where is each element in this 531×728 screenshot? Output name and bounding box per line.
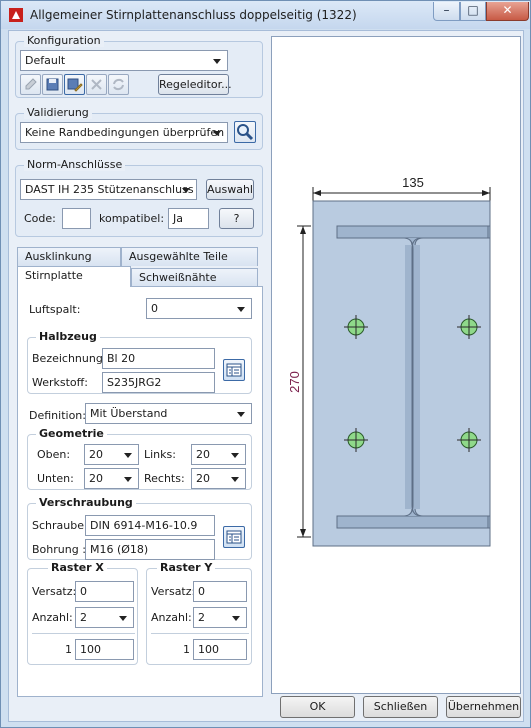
luftspalt-select[interactable]: 0 [146, 298, 252, 319]
configuration-select[interactable]: Default [20, 50, 228, 71]
raster-x-versatz-label: Versatz: [32, 585, 77, 598]
verschraubung-legend: Verschraubung [36, 496, 136, 509]
oben-select[interactable]: 20 [84, 444, 139, 465]
maximize-button[interactable]: □ [460, 2, 486, 21]
window-title: Allgemeiner Stirnplattenanschluss doppel… [30, 8, 357, 22]
raster-y-versatz-label: Versatz: [151, 585, 196, 598]
search-icon[interactable] [234, 121, 256, 143]
tab-ausgewaehlte-teile[interactable]: Ausgewählte Teile [121, 247, 258, 266]
delete-icon[interactable] [86, 74, 107, 95]
kompatibel-label: kompatibel: [99, 212, 165, 225]
width-dimension-label: 135 [402, 175, 424, 190]
auswahl-button[interactable]: Auswahl [206, 179, 254, 200]
norm-legend: Norm-Anschlüsse [24, 158, 126, 171]
halbzeug-group: Halbzeug Bezeichnung: Bl 20 Werkstoff: S… [27, 330, 252, 394]
dialog-window: Allgemeiner Stirnplattenanschluss doppel… [0, 0, 531, 728]
raster-y-divider [151, 633, 249, 634]
raster-y-row-field[interactable]: 100 [193, 639, 247, 660]
code-label: Code: [24, 212, 56, 225]
luftspalt-label: Luftspalt: [29, 303, 81, 316]
geometrie-legend: Geometrie [36, 427, 107, 440]
app-icon [9, 8, 23, 22]
raster-y-group: Raster Y Versatz: 0 Anzahl: 2 1 100 [146, 561, 252, 665]
oben-label: Oben: [37, 448, 71, 461]
bohrung-label: Bohrung : [32, 543, 86, 556]
tab-ausklinkung[interactable]: Ausklinkung [17, 247, 121, 266]
refresh-icon[interactable] [108, 74, 129, 95]
edit-icon[interactable] [20, 74, 41, 95]
werkstoff-label: Werkstoff: [32, 376, 88, 389]
bottom-flange [336, 515, 489, 529]
raster-y-row-index: 1 [183, 643, 190, 656]
minimize-button[interactable]: – [433, 2, 460, 21]
rechts-label: Rechts: [144, 472, 185, 485]
apply-button[interactable]: Übernehmen [446, 696, 521, 718]
title-bar[interactable]: Allgemeiner Stirnplattenanschluss doppel… [1, 1, 530, 29]
code-field[interactable] [62, 208, 91, 229]
raster-y-versatz-field[interactable]: 0 [193, 581, 247, 602]
validation-select[interactable]: Keine Randbedingungen überprüfen [20, 122, 228, 143]
bohrung-field[interactable]: M16 (Ø18) [85, 539, 215, 560]
raster-x-versatz-field[interactable]: 0 [75, 581, 134, 602]
norm-select[interactable]: DAST IH 235 Stützenanschluss [20, 179, 197, 200]
save-icon[interactable] [42, 74, 63, 95]
raster-x-group: Raster X Versatz: 0 Anzahl: 2 1 100 [27, 561, 138, 665]
definition-select[interactable]: Mit Überstand [85, 403, 252, 424]
preview-pane[interactable]: 135 270 [271, 36, 521, 694]
bezeichnung-label: Bezeichnung: [32, 352, 107, 365]
raster-x-row-index: 1 [65, 643, 72, 656]
unten-label: Unten: [37, 472, 74, 485]
norm-group: Norm-Anschlüsse DAST IH 235 Stützenansch… [15, 158, 263, 237]
konfiguration-group: Konfiguration Default Regeleditor... [15, 34, 263, 98]
verschraubung-group: Verschraubung Schraube: DIN 6914-M16-10.… [27, 496, 252, 560]
konfiguration-legend: Konfiguration [24, 34, 104, 47]
end-plate [312, 200, 491, 547]
stirnplatte-panel: Luftspalt: 0 Halbzeug Bezeichnung: Bl 20… [17, 286, 263, 697]
validierung-group: Validierung Keine Randbedingungen überpr… [15, 106, 263, 150]
validierung-legend: Validierung [24, 106, 92, 119]
raster-x-row-field[interactable]: 100 [75, 639, 134, 660]
raster-x-divider [32, 633, 135, 634]
rechts-select[interactable]: 20 [191, 468, 246, 489]
rule-editor-button[interactable]: Regeleditor... [158, 74, 232, 95]
raster-x-anzahl-label: Anzahl: [32, 611, 73, 624]
height-dimension-label: 270 [287, 371, 302, 393]
close-button[interactable]: Schließen [363, 696, 438, 718]
schraube-label: Schraube: [32, 519, 88, 532]
top-flange [336, 225, 489, 239]
links-label: Links: [144, 448, 176, 461]
ok-button[interactable]: OK [280, 696, 355, 718]
raster-y-anzahl-label: Anzahl: [151, 611, 192, 624]
geometrie-group: Geometrie Oben: 20 Links: 20 Unten: 20 R… [27, 427, 252, 490]
werkstoff-field[interactable]: S235JRG2 [102, 372, 215, 393]
help-button[interactable]: ? [219, 208, 254, 229]
catalog-picker-icon[interactable] [223, 359, 245, 381]
endplate-drawing: 135 270 [287, 175, 491, 547]
bolt-catalog-picker-icon[interactable] [223, 526, 245, 548]
schraube-field[interactable]: DIN 6914-M16-10.9 [85, 515, 215, 536]
dialog-client: Konfiguration Default Regeleditor... Val… [8, 30, 524, 722]
raster-y-legend: Raster Y [157, 561, 216, 574]
bezeichnung-field[interactable]: Bl 20 [102, 348, 215, 369]
tab-stirnplatte[interactable]: Stirnplatte [17, 266, 131, 287]
definition-label: Definition: [29, 409, 86, 422]
kompatibel-field[interactable]: Ja [168, 208, 209, 229]
unten-select[interactable]: 20 [84, 468, 139, 489]
save-as-icon[interactable] [64, 74, 85, 95]
raster-y-anzahl-select[interactable]: 2 [193, 607, 247, 628]
raster-x-legend: Raster X [48, 561, 107, 574]
tab-schweissnaehte[interactable]: Schweißnähte [131, 268, 258, 287]
close-window-button[interactable]: ✕ [486, 2, 529, 21]
raster-x-anzahl-select[interactable]: 2 [75, 607, 134, 628]
halbzeug-legend: Halbzeug [36, 330, 100, 343]
links-select[interactable]: 20 [191, 444, 246, 465]
